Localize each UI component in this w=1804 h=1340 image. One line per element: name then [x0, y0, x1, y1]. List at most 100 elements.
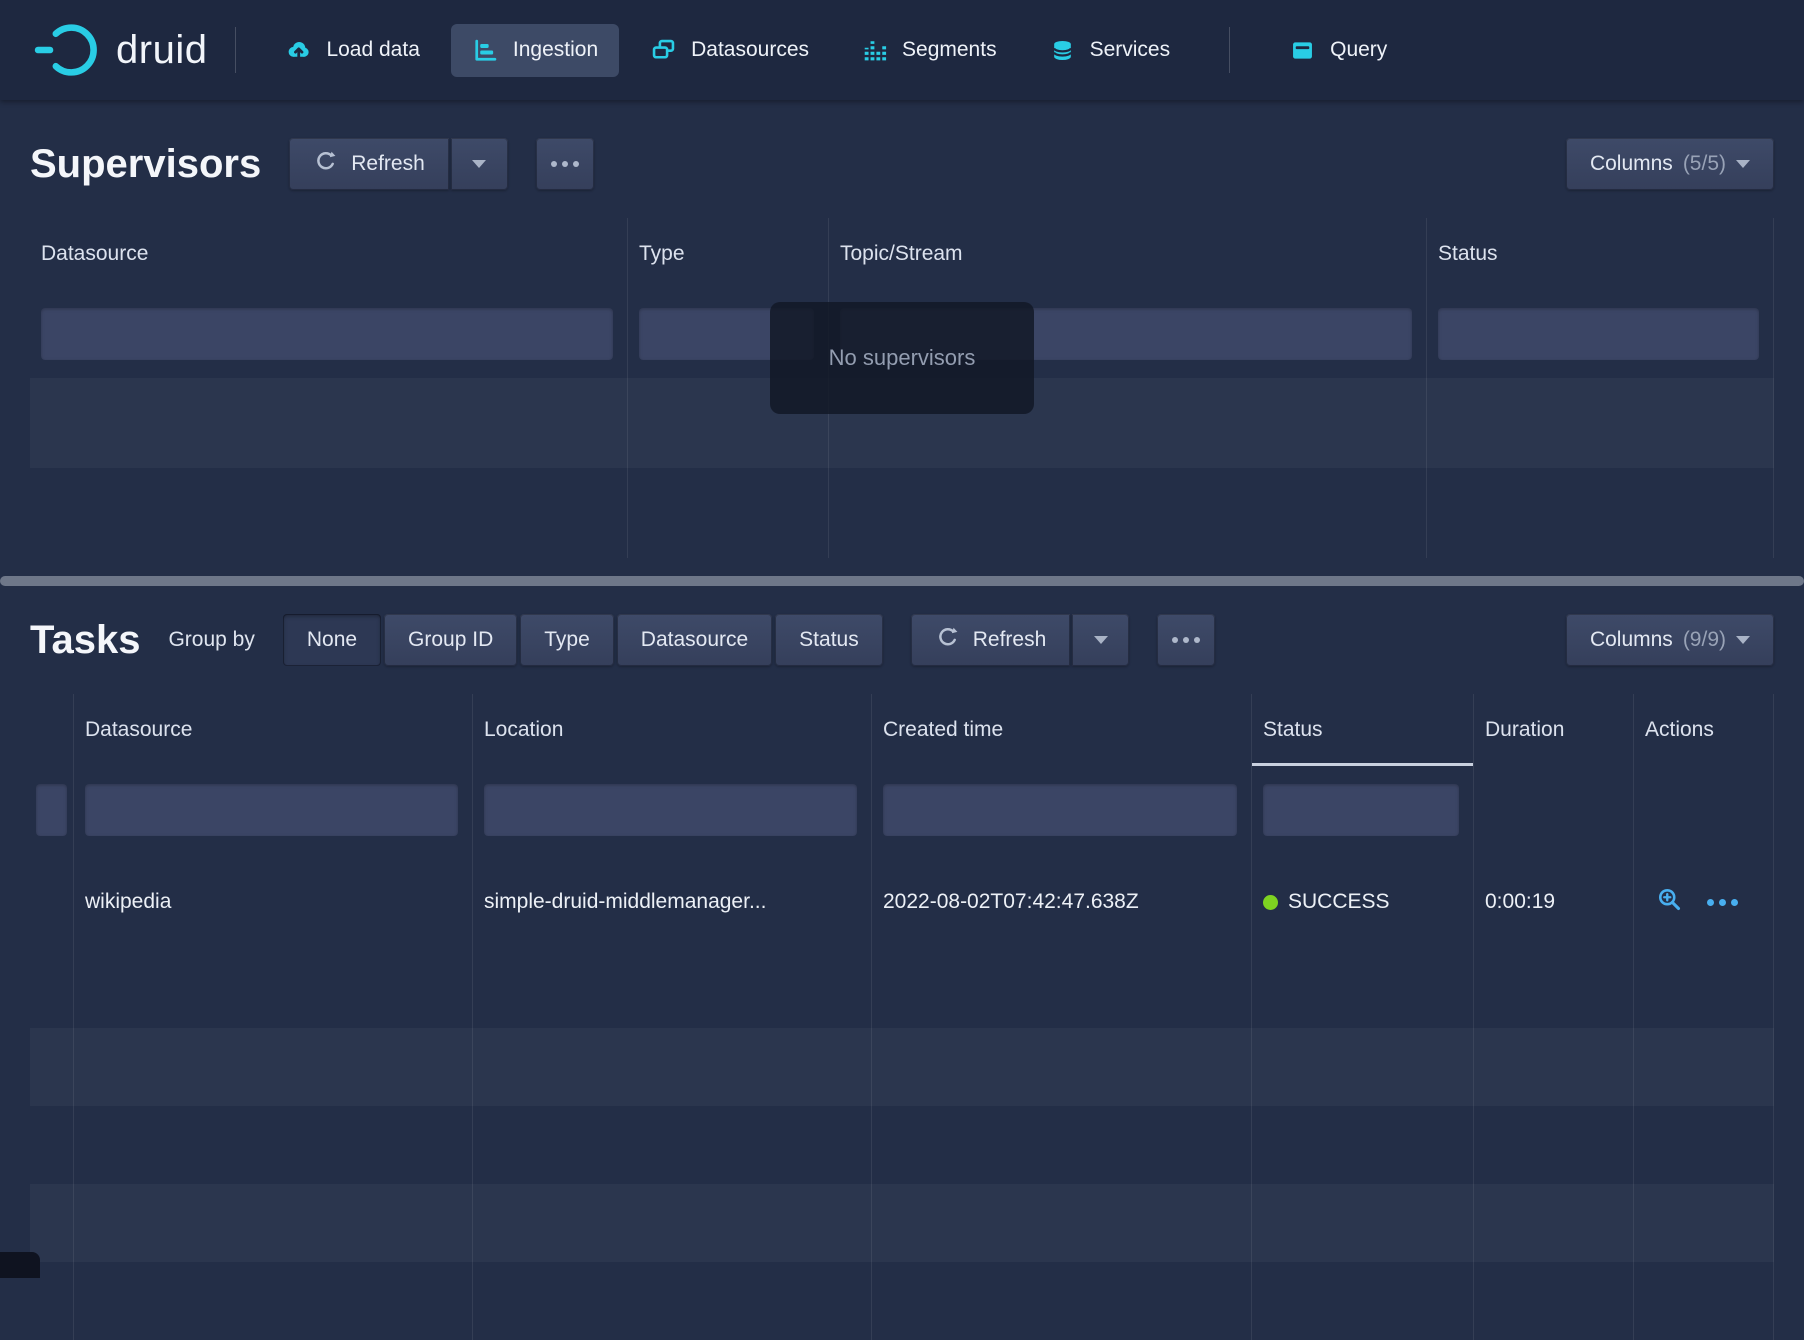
column-header-datasource[interactable]: Datasource	[74, 694, 473, 766]
task-status-cell: SUCCESS	[1252, 854, 1474, 950]
empty-cell	[473, 1106, 872, 1184]
supervisors-refresh-button[interactable]: Refresh	[289, 138, 449, 190]
column-header-status[interactable]: Status	[1427, 218, 1774, 290]
column-header-duration[interactable]: Duration	[1474, 694, 1634, 766]
column-header-created-time[interactable]: Created time	[872, 694, 1252, 766]
task-location-cell: simple-druid-middlemanager...	[473, 854, 872, 950]
vertical-scrollbar[interactable]	[0, 1252, 40, 1278]
brand[interactable]: druid	[34, 23, 207, 77]
task-duration-cell: 0:00:19	[1474, 854, 1634, 950]
filter-cell	[1634, 766, 1774, 854]
column-header-topic-stream[interactable]: Topic/Stream	[829, 218, 1427, 290]
group-by-type-button[interactable]: Type	[520, 614, 614, 666]
tasks-empty-row	[30, 950, 1774, 1028]
task-actions-cell	[1634, 854, 1774, 950]
supervisors-type-filter-input[interactable]	[639, 308, 814, 360]
supervisors-datasource-filter-input[interactable]	[41, 308, 613, 360]
supervisors-empty-row	[30, 378, 1774, 468]
expander-cell	[30, 854, 74, 950]
tasks-created-time-filter-input[interactable]	[883, 784, 1237, 836]
supervisors-filter-row	[30, 290, 1774, 378]
filter-cell	[872, 766, 1252, 854]
empty-cell	[74, 950, 473, 1028]
tasks-toolbar: Tasks Group by None Group ID Type Dataso…	[0, 612, 1804, 668]
supervisors-topic-stream-filter-input[interactable]	[840, 308, 1412, 360]
empty-cell	[829, 468, 1427, 558]
filter-cell	[829, 290, 1427, 378]
tasks-columns-button[interactable]: Columns (9/9)	[1566, 614, 1774, 666]
supervisors-status-filter-input[interactable]	[1438, 308, 1759, 360]
brand-name: druid	[116, 28, 207, 73]
column-header-status[interactable]: Status	[1252, 694, 1474, 766]
tasks-empty-row	[30, 1106, 1774, 1184]
empty-cell	[473, 1028, 872, 1106]
tasks-filter-row	[30, 766, 1774, 854]
refresh-icon	[313, 149, 338, 180]
empty-cell	[1252, 1106, 1474, 1184]
columns-count: (5/5)	[1683, 152, 1726, 176]
group-by-status-button[interactable]: Status	[775, 614, 883, 666]
empty-cell	[1252, 1262, 1474, 1340]
tasks-empty-row	[30, 1028, 1774, 1106]
column-header-datasource[interactable]: Datasource	[30, 218, 628, 290]
tasks-datasource-filter-input[interactable]	[85, 784, 458, 836]
nav-item-load-data[interactable]: Load data	[264, 24, 440, 77]
supervisors-refresh-dropdown-button[interactable]	[451, 138, 508, 190]
tasks-empty-row	[30, 1262, 1774, 1340]
chevron-down-icon	[472, 160, 486, 168]
tasks-more-button[interactable]	[1157, 614, 1215, 666]
chevron-down-icon	[1736, 160, 1750, 168]
empty-cell	[30, 950, 74, 1028]
empty-cell	[74, 1028, 473, 1106]
empty-cell	[30, 1106, 74, 1184]
filter-cell	[628, 290, 829, 378]
tasks-refresh-dropdown-button[interactable]	[1072, 614, 1129, 666]
task-row[interactable]: wikipedia simple-druid-middlemanager... …	[30, 854, 1774, 950]
magnifier-icon[interactable]	[1656, 886, 1683, 919]
refresh-label: Refresh	[973, 628, 1047, 652]
column-header-actions[interactable]: Actions	[1634, 694, 1774, 766]
empty-cell	[1252, 950, 1474, 1028]
empty-cell	[872, 1262, 1252, 1340]
group-by-datasource-button[interactable]: Datasource	[617, 614, 772, 666]
tasks-expander-filter-input[interactable]	[36, 784, 67, 836]
tasks-location-filter-input[interactable]	[484, 784, 857, 836]
column-header-location[interactable]: Location	[473, 694, 872, 766]
empty-cell	[1474, 1262, 1634, 1340]
nav-item-ingestion[interactable]: Ingestion	[451, 24, 619, 77]
refresh-icon	[935, 625, 960, 656]
database-icon	[1049, 37, 1076, 64]
supervisors-columns-button[interactable]: Columns (5/5)	[1566, 138, 1774, 190]
horizontal-scrollbar[interactable]	[0, 576, 1804, 586]
nav-item-datasources[interactable]: Datasources	[629, 24, 830, 77]
group-by-none-button[interactable]: None	[283, 614, 381, 666]
empty-cell	[872, 1184, 1252, 1262]
empty-cell	[74, 1106, 473, 1184]
nav-item-segments[interactable]: Segments	[840, 24, 1018, 77]
filter-cell	[30, 290, 628, 378]
navbar-divider	[235, 27, 236, 73]
task-actions-menu-icon[interactable]	[1707, 899, 1738, 906]
tasks-status-filter-input[interactable]	[1263, 784, 1459, 836]
tasks-table: Datasource Location Created time Status …	[30, 694, 1774, 1340]
more-dots-icon	[1172, 637, 1200, 643]
empty-cell	[74, 1262, 473, 1340]
console-window-icon	[1289, 37, 1316, 64]
empty-cell	[30, 378, 628, 468]
tasks-title: Tasks	[30, 618, 140, 663]
column-header-expander	[30, 694, 74, 766]
filter-cell	[1252, 766, 1474, 854]
column-header-type[interactable]: Type	[628, 218, 829, 290]
nav-item-label: Segments	[902, 38, 997, 62]
tasks-refresh-button[interactable]: Refresh	[911, 614, 1071, 666]
empty-cell	[829, 378, 1427, 468]
empty-cell	[628, 468, 829, 558]
empty-cell	[1474, 950, 1634, 1028]
nav-item-label: Datasources	[691, 38, 809, 62]
group-by-group-id-button[interactable]: Group ID	[384, 614, 517, 666]
nav-item-services[interactable]: Services	[1028, 24, 1192, 77]
group-by-label: Group by	[168, 628, 254, 652]
supervisors-more-button[interactable]	[536, 138, 594, 190]
nav-item-query[interactable]: Query	[1268, 24, 1408, 77]
empty-cell	[1634, 1028, 1774, 1106]
